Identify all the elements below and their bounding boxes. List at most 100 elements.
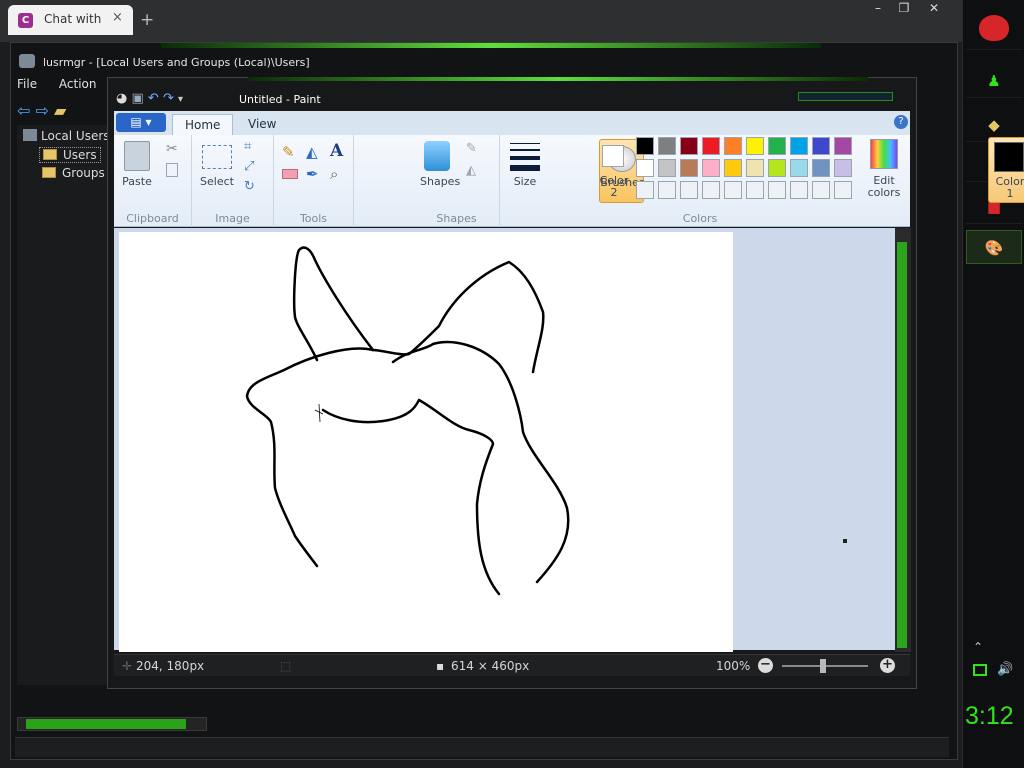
tree-item-label: Groups xyxy=(62,166,105,180)
battery-icon[interactable] xyxy=(973,664,987,676)
palette-swatch[interactable] xyxy=(834,181,852,199)
pencil-icon[interactable]: ✎ xyxy=(282,143,295,161)
edit-colors-label[interactable]: Edit colors xyxy=(860,175,908,199)
help-icon[interactable]: ? xyxy=(894,115,908,129)
outline-icon[interactable]: ✎ xyxy=(466,141,477,156)
zoom-out-button[interactable]: − xyxy=(758,658,773,673)
palette-swatch[interactable] xyxy=(636,159,654,177)
tree-item-groups[interactable]: Groups xyxy=(42,166,105,180)
menu-file[interactable]: File xyxy=(17,77,37,91)
color2-swatch[interactable] xyxy=(602,145,624,167)
palette-swatch[interactable] xyxy=(768,159,786,177)
minimize-button[interactable]: – xyxy=(864,0,892,18)
paint-menu-button[interactable]: ▤ ▾ xyxy=(116,113,166,132)
group-tools: ✎ ◭ A ✒ ⌕ Tools xyxy=(274,135,354,227)
palette-swatch[interactable] xyxy=(746,181,764,199)
scrollbar-thumb[interactable] xyxy=(26,719,186,729)
palette-swatch[interactable] xyxy=(724,159,742,177)
angry-birds-icon[interactable] xyxy=(966,4,1022,50)
palette-swatch[interactable] xyxy=(702,137,720,155)
palette-swatch[interactable] xyxy=(768,181,786,199)
scrollbar-thumb[interactable] xyxy=(897,242,907,648)
palette-swatch[interactable] xyxy=(680,181,698,199)
zoom-level: 100% xyxy=(716,659,751,673)
new-tab-button[interactable]: + xyxy=(140,10,154,30)
color2-label[interactable]: Color 2 xyxy=(594,175,634,199)
tab-close-icon[interactable]: × xyxy=(112,10,123,25)
window-controls[interactable] xyxy=(798,92,893,101)
cut-icon[interactable]: ✂ xyxy=(166,141,178,157)
palette-swatch[interactable] xyxy=(790,159,808,177)
resize-icon[interactable]: ⤢ xyxy=(244,159,254,174)
color-picker-icon[interactable]: ✒ xyxy=(306,165,319,183)
horizontal-scrollbar[interactable] xyxy=(17,717,207,731)
resize-handle[interactable] xyxy=(843,539,847,543)
palette-swatch[interactable] xyxy=(680,159,698,177)
copy-icon[interactable] xyxy=(166,163,178,177)
palette-swatch[interactable] xyxy=(790,137,808,155)
eraser-icon[interactable] xyxy=(282,169,298,179)
palette-swatch[interactable] xyxy=(768,137,786,155)
tray-up-arrow-icon[interactable]: ⌃ xyxy=(973,640,983,654)
vertical-scrollbar[interactable] xyxy=(895,228,911,652)
taskbar-paint-icon[interactable]: 🎨 xyxy=(966,230,1022,264)
palette-swatch[interactable] xyxy=(812,159,830,177)
back-arrow-icon[interactable]: ⇦ xyxy=(17,101,30,120)
paste-icon[interactable] xyxy=(124,141,150,171)
palette-swatch[interactable] xyxy=(724,137,742,155)
palette-swatch[interactable] xyxy=(812,181,830,199)
zoom-slider-thumb[interactable] xyxy=(820,659,826,673)
forward-arrow-icon[interactable]: ⇨ xyxy=(36,101,49,120)
tree-item-users[interactable]: Users xyxy=(39,147,101,163)
restore-button[interactable]: ❐ xyxy=(890,0,918,18)
palette-swatch[interactable] xyxy=(680,137,698,155)
palette-swatch[interactable] xyxy=(658,137,676,155)
tab-view[interactable]: View xyxy=(236,114,288,135)
palette-swatch[interactable] xyxy=(658,181,676,199)
shapes-icon[interactable] xyxy=(424,141,450,171)
palette-swatch[interactable] xyxy=(834,159,852,177)
undo-icon[interactable]: ↶ xyxy=(148,91,159,106)
color1-button[interactable]: Color 1 xyxy=(988,137,1024,203)
palette-swatch[interactable] xyxy=(702,159,720,177)
edit-colors-icon[interactable] xyxy=(870,139,898,169)
palette-swatch[interactable] xyxy=(790,181,808,199)
clock[interactable]: 3:12 xyxy=(965,702,1014,731)
crop-icon[interactable]: ⌗ xyxy=(244,139,251,154)
taskbar-app-icon[interactable]: ♟ xyxy=(966,64,1022,98)
select-icon[interactable] xyxy=(202,145,232,169)
palette-swatch[interactable] xyxy=(834,137,852,155)
shapes-label[interactable]: Shapes xyxy=(420,175,460,188)
palette-swatch[interactable] xyxy=(702,181,720,199)
tree-root-local-users[interactable]: Local Users xyxy=(23,129,110,143)
size-icon[interactable] xyxy=(510,143,540,171)
color-palette xyxy=(636,137,856,203)
folder-up-icon[interactable]: ▰ xyxy=(54,101,66,120)
size-label[interactable]: Size xyxy=(500,175,550,188)
group-colors: Color 1 Color 2 Edit colors Colors xyxy=(550,135,1024,227)
text-icon[interactable]: A xyxy=(330,141,343,161)
magnifier-icon[interactable]: ⌕ xyxy=(330,165,338,183)
palette-swatch[interactable] xyxy=(812,137,830,155)
palette-swatch[interactable] xyxy=(636,181,654,199)
tab-home[interactable]: Home xyxy=(172,114,234,135)
palette-swatch[interactable] xyxy=(746,137,764,155)
fill-shape-icon[interactable]: ◭ xyxy=(466,163,476,178)
drawing-canvas[interactable] xyxy=(119,232,733,652)
palette-swatch[interactable] xyxy=(746,159,764,177)
zoom-in-button[interactable]: + xyxy=(880,658,895,673)
select-label[interactable]: Select xyxy=(198,175,236,188)
volume-icon[interactable]: 🔊 xyxy=(997,662,1013,677)
close-window-button[interactable]: ✕ xyxy=(920,0,948,18)
paste-label[interactable]: Paste xyxy=(118,175,156,188)
rotate-icon[interactable]: ↻ xyxy=(244,179,255,194)
redo-icon[interactable]: ↷ xyxy=(163,91,174,106)
palette-swatch[interactable] xyxy=(658,159,676,177)
save-icon[interactable]: ▣ xyxy=(131,91,143,106)
customize-dropdown-icon[interactable]: ▾ xyxy=(178,94,183,105)
palette-swatch[interactable] xyxy=(636,137,654,155)
fill-icon[interactable]: ◭ xyxy=(306,143,318,161)
browser-tab[interactable]: C Chat with n × xyxy=(8,5,133,35)
palette-swatch[interactable] xyxy=(724,181,742,199)
menu-action[interactable]: Action xyxy=(59,77,97,91)
